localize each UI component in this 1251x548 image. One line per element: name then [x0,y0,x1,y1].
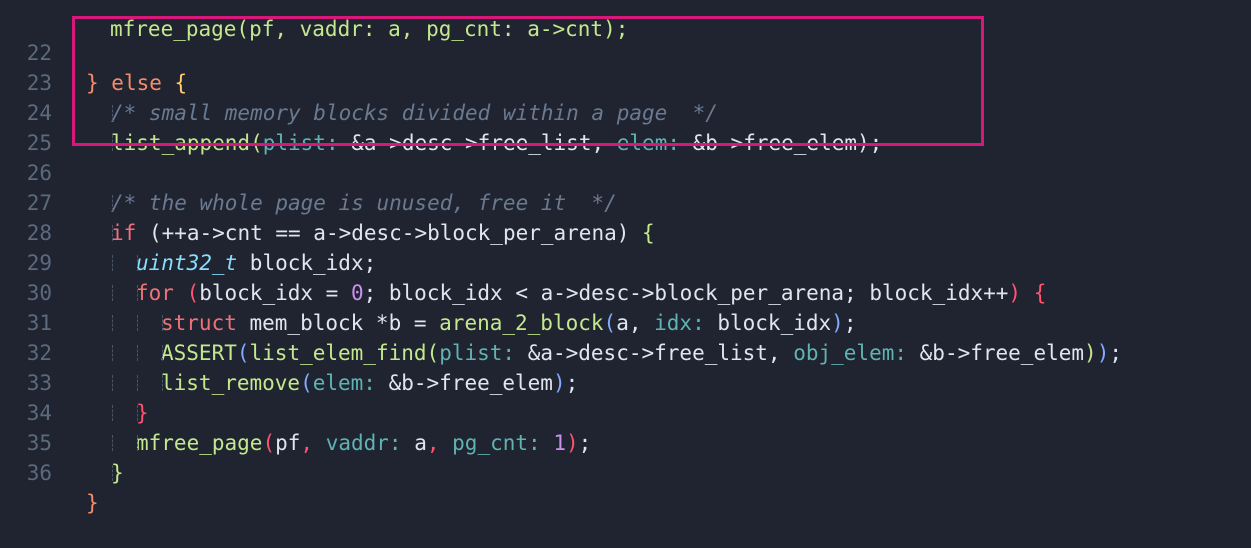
code-line-35[interactable]: 35 } [0,398,1251,485]
code-editor[interactable]: mfree_page(pf, vaddr: a, pg_cnt: a->cnt)… [0,0,1251,515]
code-line-31[interactable]: 31 ASSERT(list_elem_find(plist: &a->desc… [0,278,1251,365]
code-line-29[interactable]: 29 for (block_idx = 0; block_idx < a->de… [0,218,1251,305]
indent-guide [86,458,113,488]
line-number: 36 [26,461,52,485]
code-line-36[interactable]: 36 } [0,428,1251,515]
code-line-33[interactable]: 33 } [0,338,1251,425]
code-line-30[interactable]: 30 struct mem_block *b = arena_2_block(a… [0,248,1251,335]
highlight-annotation-box [72,16,984,146]
code-line-32[interactable]: 32 list_remove(elem: &b->free_elem); [0,308,1251,395]
code-line-27[interactable]: 27 if (++a->cnt == a->desc->block_per_ar… [0,158,1251,245]
code-line-28[interactable]: 28 uint32_t block_idx; [0,188,1251,275]
brace: } [86,491,99,515]
line-code: } [86,458,124,488]
code-line-34[interactable]: 34 mfree_page(pf, vaddr: a, pg_cnt: 1); [0,368,1251,455]
line-code: } [86,488,99,518]
